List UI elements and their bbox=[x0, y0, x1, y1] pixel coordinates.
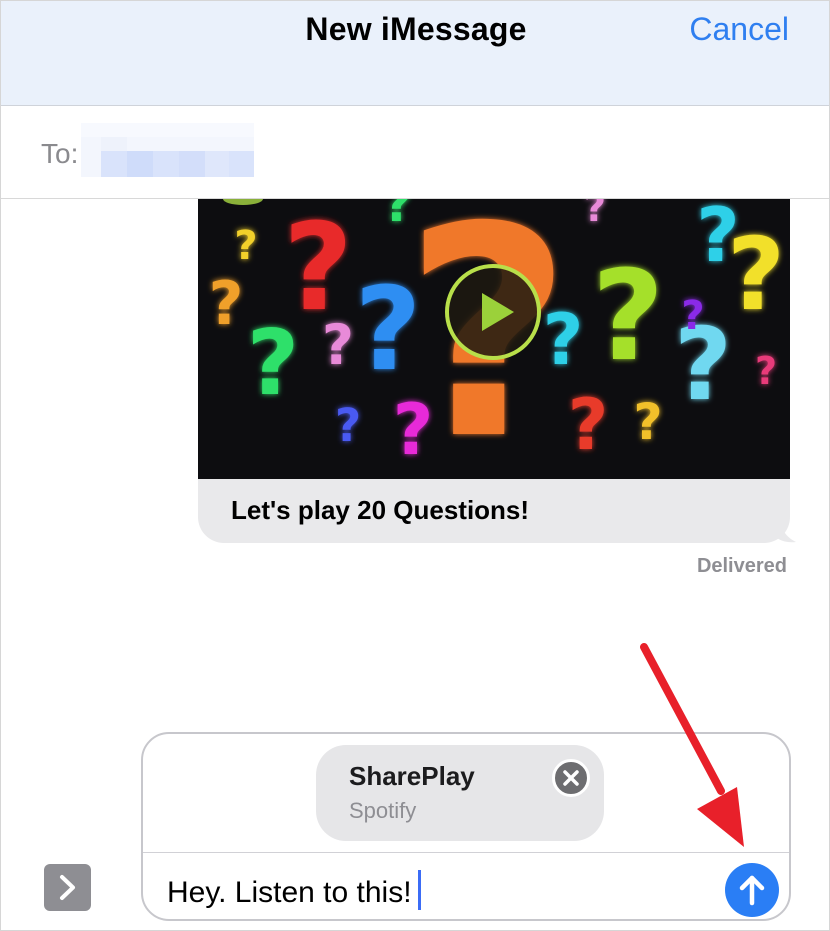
shareplay-app-name: Spotify bbox=[349, 798, 417, 823]
svg-text:?: ? bbox=[234, 223, 257, 269]
shareplay-attachment[interactable]: SharePlay Spotify bbox=[316, 745, 604, 841]
svg-text:?: ? bbox=[383, 199, 412, 233]
recipient-row[interactable]: To: bbox=[1, 106, 829, 199]
delivery-status: Delivered bbox=[696, 555, 787, 577]
apps-toggle-button[interactable] bbox=[44, 864, 91, 911]
message-caption-area[interactable]: Let's play 20 Questions! bbox=[198, 479, 790, 543]
svg-text:?: ? bbox=[543, 299, 584, 381]
svg-text:?: ? bbox=[335, 399, 361, 452]
recipient-redacted[interactable] bbox=[81, 123, 254, 177]
send-button[interactable] bbox=[725, 863, 779, 917]
compose-divider bbox=[143, 852, 789, 853]
arrow-up-icon bbox=[739, 875, 765, 906]
close-icon bbox=[563, 770, 579, 786]
to-label: To: bbox=[41, 138, 79, 169]
svg-text:?: ? bbox=[568, 384, 609, 466]
remove-attachment-button[interactable] bbox=[552, 759, 590, 797]
compose-box[interactable]: SharePlay Spotify Hey. Listen to this! bbox=[141, 732, 791, 921]
svg-text:?: ? bbox=[633, 393, 662, 451]
text-cursor bbox=[417, 870, 421, 910]
svg-text:?: ? bbox=[755, 349, 777, 393]
svg-text:?: ? bbox=[393, 389, 434, 471]
message-input[interactable]: Hey. Listen to this! bbox=[167, 870, 421, 910]
cancel-button[interactable]: Cancel bbox=[689, 11, 789, 48]
shareplay-title: SharePlay bbox=[349, 761, 475, 791]
screen: New iMessage Cancel To: ? ? ? ? ? ? ? ? … bbox=[0, 0, 830, 931]
play-icon[interactable] bbox=[444, 263, 542, 361]
svg-text:?: ? bbox=[355, 263, 422, 397]
message-bubble[interactable]: ? ? ? ? ? ? ? ? ? ? ? ? ? ? ? ? ? ? ? Le… bbox=[198, 199, 796, 543]
message-input-text: Hey. Listen to this! bbox=[167, 876, 412, 909]
chevron-right-icon bbox=[60, 875, 75, 900]
svg-text:?: ? bbox=[322, 313, 354, 377]
svg-text:?: ? bbox=[681, 293, 704, 339]
svg-text:?: ? bbox=[592, 244, 665, 389]
message-caption: Let's play 20 Questions! bbox=[231, 495, 530, 525]
bubble-tail bbox=[776, 515, 796, 543]
svg-text:?: ? bbox=[209, 269, 244, 339]
message-media-thumbnail[interactable]: ? ? ? ? ? ? ? ? ? ? ? ? ? ? ? ? ? ? ? bbox=[198, 199, 790, 479]
svg-text:?: ? bbox=[247, 311, 299, 416]
svg-text:?: ? bbox=[584, 199, 606, 230]
svg-text:?: ? bbox=[696, 199, 740, 279]
navigation-bar: New iMessage Cancel bbox=[1, 1, 829, 106]
